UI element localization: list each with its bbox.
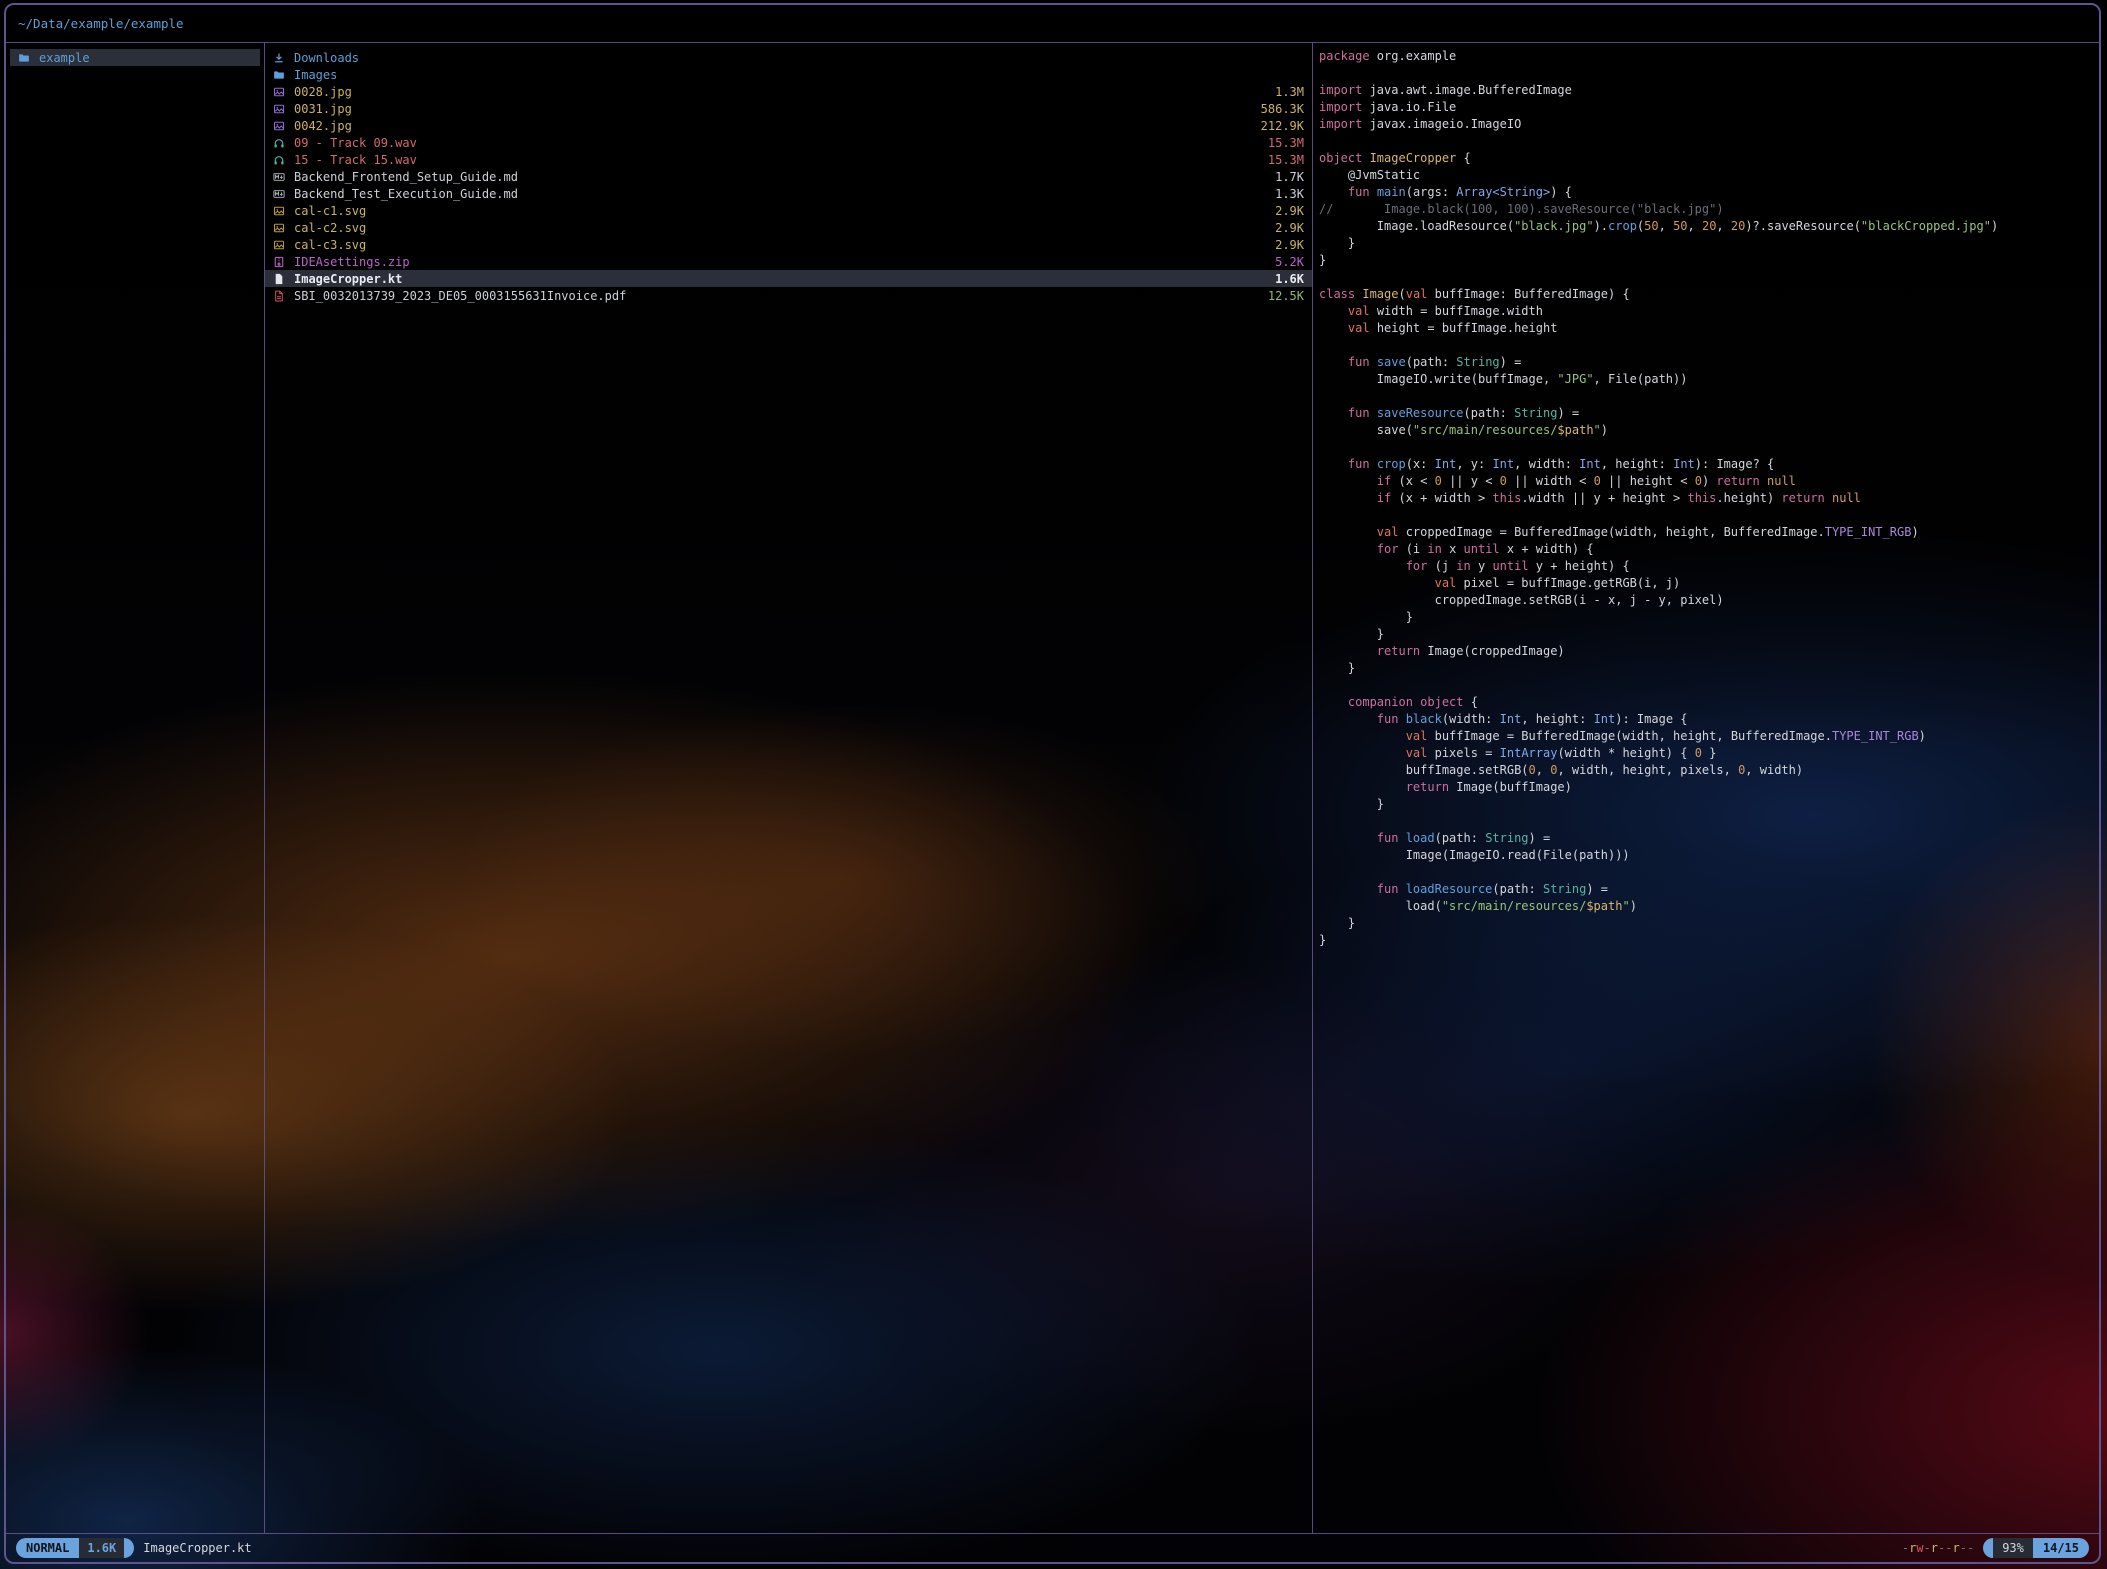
- scroll-percent: 93%: [1993, 1538, 2033, 1558]
- file-row[interactable]: Backend_Frontend_Setup_Guide.md 1.7K: [265, 168, 1312, 185]
- file-name: Downloads: [294, 51, 359, 65]
- folder-icon: [273, 69, 288, 81]
- image-icon: [273, 205, 288, 217]
- image-icon: [273, 86, 288, 98]
- audio-icon: [273, 137, 288, 149]
- folder-icon: [18, 52, 33, 64]
- file-name: SBI_0032013739_2023_DE05_0003155631Invoi…: [294, 289, 626, 303]
- file-name: Images: [294, 68, 337, 82]
- file-name: IDEAsettings.zip: [294, 255, 410, 269]
- file-row[interactable]: 09 - Track 09.wav 15.3M: [265, 134, 1312, 151]
- status-right: -rw-r--r-- 93% 14/15: [1902, 1538, 2089, 1558]
- file-row[interactable]: Downloads: [265, 49, 1312, 66]
- audio-icon: [273, 154, 288, 166]
- current-file-name: ImageCropper.kt: [143, 1541, 251, 1555]
- image-icon: [273, 103, 288, 115]
- permissions-indicator: -rw-r--r--: [1902, 1541, 1974, 1555]
- status-bar: NORMAL 1.6K ImageCropper.kt -rw-r--r-- 9…: [6, 1533, 2099, 1562]
- file-name: ImageCropper.kt: [294, 272, 402, 286]
- file-size: 15.3M: [1258, 153, 1304, 167]
- file-row[interactable]: 15 - Track 15.wav 15.3M: [265, 151, 1312, 168]
- file-row[interactable]: Backend_Test_Execution_Guide.md 1.3K: [265, 185, 1312, 202]
- file-row[interactable]: ImageCropper.kt 1.6K: [265, 270, 1312, 287]
- file-icon: [273, 273, 288, 285]
- file-size: 1.3M: [1265, 85, 1304, 99]
- parent-dir-label: example: [39, 51, 90, 65]
- file-row[interactable]: cal-c1.svg 2.9K: [265, 202, 1312, 219]
- file-size: 1.7K: [1265, 170, 1304, 184]
- parent-pane: example: [6, 43, 265, 1533]
- image-icon: [273, 222, 288, 234]
- file-name: cal-c2.svg: [294, 221, 366, 235]
- code-preview: package org.example import java.awt.imag…: [1319, 48, 2093, 949]
- file-size-indicator: 1.6K: [79, 1538, 124, 1558]
- file-row[interactable]: Images: [265, 66, 1312, 83]
- file-row[interactable]: cal-c3.svg 2.9K: [265, 236, 1312, 253]
- file-name: 0042.jpg: [294, 119, 352, 133]
- path-bar: ~/Data/example/example: [6, 5, 2099, 43]
- file-size: 2.9K: [1265, 221, 1304, 235]
- file-row[interactable]: cal-c2.svg 2.9K: [265, 219, 1312, 236]
- file-name: Backend_Test_Execution_Guide.md: [294, 187, 518, 201]
- status-left: NORMAL 1.6K ImageCropper.kt: [16, 1538, 252, 1558]
- file-name: cal-c1.svg: [294, 204, 366, 218]
- image-icon: [273, 239, 288, 251]
- markdown-icon: [273, 171, 288, 183]
- file-name: cal-c3.svg: [294, 238, 366, 252]
- mode-indicator: NORMAL: [16, 1538, 79, 1558]
- file-size: 2.9K: [1265, 238, 1304, 252]
- image-icon: [273, 120, 288, 132]
- archive-icon: [273, 256, 288, 268]
- file-name: 15 - Track 15.wav: [294, 153, 417, 167]
- file-row[interactable]: IDEAsettings.zip 5.2K: [265, 253, 1312, 270]
- current-path: ~/Data/example/example: [18, 16, 184, 31]
- file-row[interactable]: 0031.jpg 586.3K: [265, 100, 1312, 117]
- file-size: 12.5K: [1258, 289, 1304, 303]
- files-pane: Downloads Images 0028.jpg 1.3M 0031.jpg …: [265, 43, 1313, 1533]
- file-size: 15.3M: [1258, 136, 1304, 150]
- file-size: 2.9K: [1265, 204, 1304, 218]
- powerline-cap: [124, 1538, 134, 1558]
- download-icon: [273, 52, 288, 64]
- file-name: Backend_Frontend_Setup_Guide.md: [294, 170, 518, 184]
- file-row[interactable]: 0028.jpg 1.3M: [265, 83, 1312, 100]
- file-name: 0031.jpg: [294, 102, 352, 116]
- preview-pane: package org.example import java.awt.imag…: [1313, 43, 2099, 1533]
- markdown-icon: [273, 188, 288, 200]
- powerline-cap: [1983, 1538, 1993, 1558]
- pdf-icon: [273, 290, 288, 302]
- cursor-position: 14/15: [2033, 1538, 2089, 1558]
- file-size: 212.9K: [1251, 119, 1304, 133]
- file-name: 09 - Track 09.wav: [294, 136, 417, 150]
- file-size: 586.3K: [1251, 102, 1304, 116]
- file-row[interactable]: SBI_0032013739_2023_DE05_0003155631Invoi…: [265, 287, 1312, 304]
- terminal-window: ~/Data/example/example example Downloads…: [4, 3, 2101, 1564]
- parent-dir-item[interactable]: example: [10, 49, 260, 66]
- file-size: 1.6K: [1265, 272, 1304, 286]
- file-size: 5.2K: [1265, 255, 1304, 269]
- file-row[interactable]: 0042.jpg 212.9K: [265, 117, 1312, 134]
- yazi-panes: example Downloads Images 0028.jpg 1.3M: [6, 43, 2099, 1533]
- file-size: 1.3K: [1265, 187, 1304, 201]
- file-name: 0028.jpg: [294, 85, 352, 99]
